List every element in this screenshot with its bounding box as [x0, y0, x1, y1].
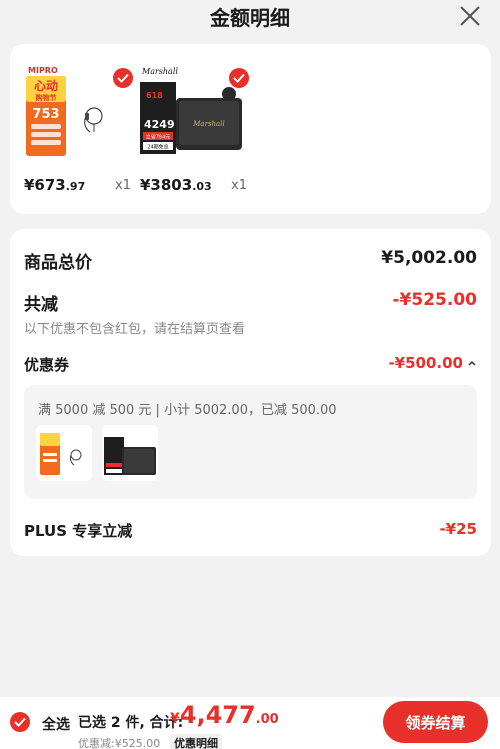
promo-618: 618 — [146, 91, 163, 100]
modal-header: 金额明细 — [0, 0, 500, 34]
product-price: ¥673.97 — [24, 176, 86, 194]
product-price: ¥3803.03 — [140, 176, 212, 194]
select-all-checkbox[interactable] — [10, 712, 30, 732]
svg-text:Marshall: Marshall — [192, 120, 224, 128]
check-icon — [117, 73, 129, 83]
promo-number: 4249 — [144, 118, 175, 131]
product-quantity: x1 — [115, 178, 131, 193]
coupon-product-thumb-mipro — [36, 425, 92, 481]
plus-value: -¥25 — [439, 520, 477, 538]
product-list-card: MIPRO 心动 购物节 753 ¥673.97 x1 Marshall 618… — [10, 44, 491, 214]
select-all-label[interactable]: 全选 — [42, 714, 70, 734]
product-brand-logo: MIPRO — [28, 66, 58, 75]
check-icon — [233, 73, 245, 83]
reduce-note: 以下优惠不包含红包，请在结算页查看 — [24, 322, 246, 337]
promo-number: 753 — [32, 107, 59, 122]
check-icon — [14, 717, 26, 727]
product-item[interactable]: Marshall 618 4249 立省784元 24期免息 Marshall … — [140, 44, 260, 214]
coupon-product-thumb-marshall — [102, 425, 158, 481]
product-brand-logo: Marshall — [141, 67, 178, 76]
product-quantity: x1 — [231, 178, 247, 193]
promo-sub: 立省784元 — [146, 134, 171, 141]
close-icon[interactable] — [458, 4, 482, 28]
checkout-bar: 全选 已选 2 件, 合计: ¥4,477.00 优惠减:¥525.00 优惠明… — [0, 697, 500, 749]
total-label: 商品总价 — [24, 253, 92, 273]
coupon-value: -¥500.00 — [388, 354, 463, 372]
chevron-up-icon[interactable] — [467, 359, 477, 367]
price-summary-card: 商品总价 ¥5,002.00 共减 -¥525.00 以下优惠不包含红包，请在结… — [10, 229, 491, 556]
product-select-checkbox[interactable] — [229, 68, 249, 88]
total-value: ¥5,002.00 — [381, 248, 477, 268]
product-item[interactable]: MIPRO 心动 购物节 753 ¥673.97 x1 — [24, 44, 134, 214]
grand-total: ¥4,477.00 — [170, 701, 279, 729]
plus-label: PLUS 专享立减 — [24, 522, 133, 540]
promo-badge-small: 购物节 — [36, 93, 57, 102]
reduce-value: -¥525.00 — [392, 290, 478, 310]
reduce-label: 共减 — [24, 295, 58, 315]
coupon-label: 优惠券 — [24, 356, 70, 374]
promo-footer: 24期免息 — [147, 144, 168, 151]
promo-badge-big: 心动 — [34, 79, 58, 93]
product-image-mipro[interactable]: MIPRO 心动 购物节 753 — [24, 62, 116, 158]
checkout-button[interactable]: 领券结算 — [383, 701, 488, 743]
product-select-checkbox[interactable] — [113, 68, 133, 88]
coupon-detail-box: 满 5000 减 500 元 | 小计 5002.00，已减 500.00 — [24, 385, 477, 499]
close-button[interactable] — [458, 4, 482, 28]
selected-count: 已选 2 件, 合计: — [78, 715, 184, 731]
coupon-toggle[interactable]: -¥500.00 — [388, 354, 477, 372]
discount-detail-button[interactable]: 优惠明细 — [170, 734, 222, 749]
coupon-description: 满 5000 减 500 元 | 小计 5002.00，已减 500.00 — [38, 403, 337, 418]
page-title: 金额明细 — [210, 6, 290, 30]
discount-summary: 优惠减:¥525.00 — [78, 737, 161, 749]
